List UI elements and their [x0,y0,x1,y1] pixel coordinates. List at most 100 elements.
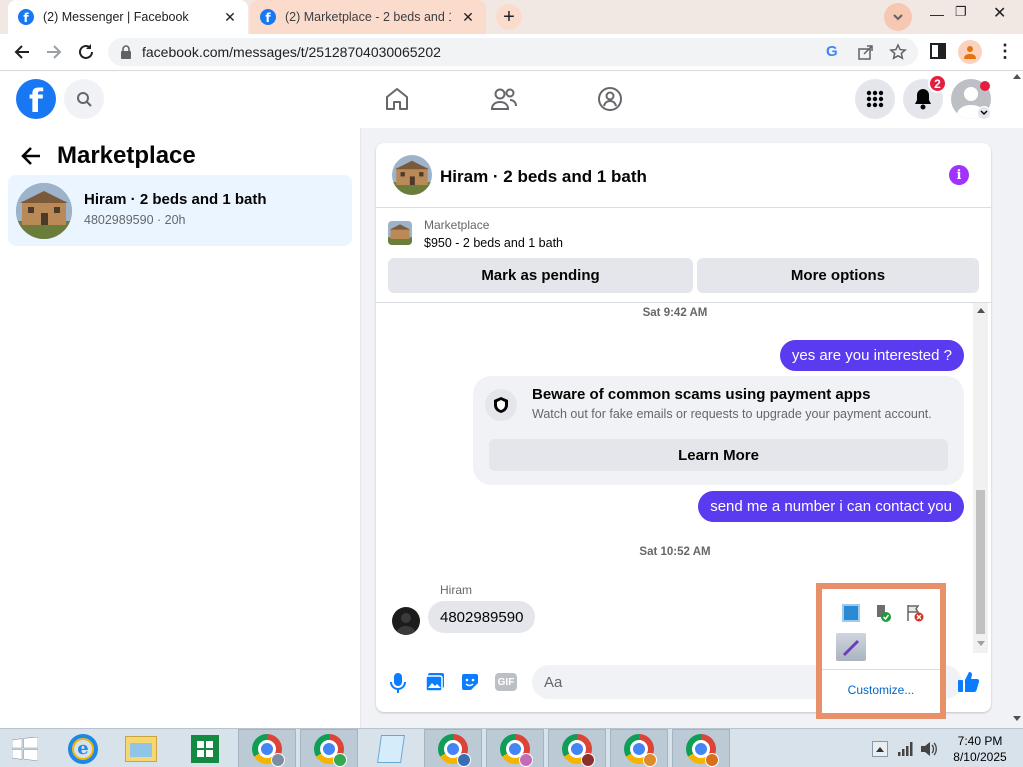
clock-time: 7:40 PM [957,734,1003,748]
menu-button[interactable]: ⋮ [996,41,1014,62]
taskbar-chrome-6[interactable] [610,729,668,767]
sender-avatar[interactable] [392,607,420,635]
window-close-button[interactable]: ✕ [993,3,1009,23]
taskbar-chrome-3[interactable] [424,729,482,767]
taskbar-internet-explorer[interactable]: e [54,729,112,767]
scrollbar[interactable] [973,303,988,653]
chrome-icon [438,733,471,767]
scroll-up-arrow[interactable] [977,308,985,313]
network-signal-icon[interactable] [898,741,914,756]
info-icon[interactable]: i [949,165,969,185]
taskbar-store[interactable] [176,729,234,767]
message-text: yes are you interested ? [779,340,964,371]
arrow-left-icon [14,45,29,59]
new-tab-button[interactable]: + [496,4,522,30]
chevron-down-icon [893,14,903,21]
chat-avatar[interactable] [392,155,432,195]
close-icon[interactable]: ✕ [222,9,238,26]
scroll-down-arrow[interactable] [977,641,985,646]
header-divider [376,207,991,208]
menu-grid-button[interactable] [855,79,895,119]
friends-icon [490,88,517,110]
taskbar-chrome-7[interactable] [672,729,730,767]
back-button[interactable] [20,145,42,172]
nav-friends[interactable] [490,86,518,117]
gif-icon[interactable]: GIF [495,673,517,691]
chat-title[interactable]: Hiram · 2 beds and 1 bath [440,167,647,187]
facebook-icon: f [260,9,276,25]
pen-tool-icon[interactable] [836,633,866,661]
taskbar-chrome-1[interactable] [238,729,296,767]
scam-warning-body: Watch out for fake emails or requests to… [532,407,932,421]
page-scroll-up-arrow[interactable] [1013,74,1021,79]
chrome-icon [252,733,285,767]
close-icon[interactable]: ✕ [460,9,476,26]
voice-clip-button[interactable] [390,672,406,699]
panel-title: Marketplace [57,142,196,169]
sticker-icon [462,674,478,690]
action-center-flag-icon[interactable] [906,604,924,622]
more-options-button[interactable]: More options [697,258,979,293]
network-app-icon[interactable] [842,604,860,622]
back-button[interactable] [12,42,32,67]
message-incoming[interactable]: 4802989590 [428,601,536,633]
profile-button[interactable] [958,40,982,64]
message-outgoing[interactable]: send me a number i can contact you [698,491,964,522]
tab-marketplace[interactable]: f (2) Marketplace - 2 beds and 1 ba ✕ [250,0,486,34]
forward-button[interactable] [44,42,64,67]
usb-safe-remove-icon[interactable] [874,604,892,622]
facebook-logo[interactable]: f [16,79,56,119]
address-bar[interactable]: facebook.com/messages/t/2512870403006520… [108,38,918,66]
reading-list-button[interactable] [930,43,946,64]
nav-groups[interactable] [597,86,623,117]
tray-overflow-panel: Customize... [822,589,940,713]
nav-home[interactable] [384,86,410,117]
search-button[interactable] [64,79,104,119]
taskbar-file-explorer[interactable] [112,729,170,767]
mark-pending-button[interactable]: Mark as pending [388,258,693,293]
account-chevron[interactable] [977,106,991,120]
system-clock[interactable]: 7:40 PM 8/10/2025 [944,733,1016,765]
start-button[interactable] [0,729,50,767]
conversation-name: Hiram · 2 beds and 1 bath [84,191,267,208]
tab-title: (2) Marketplace - 2 beds and 1 ba [285,10,451,24]
clock-date: 8/10/2025 [953,750,1007,764]
folder-icon [125,735,157,762]
customize-link[interactable]: Customize... [822,683,940,697]
store-icon [191,734,219,763]
like-button[interactable] [957,670,981,699]
search-icon [77,92,92,107]
listing-detail[interactable]: $950 - 2 beds and 1 bath [424,236,563,250]
timestamp: Sat 10:52 AM [639,546,711,558]
scrollbar-thumb[interactable] [976,490,985,634]
volume-icon[interactable] [920,741,938,757]
google-icon[interactable]: G [826,43,838,60]
restore-button[interactable]: ❐ [955,4,969,24]
arrow-left-icon [21,147,40,165]
timestamp: Sat 9:42 AM [642,307,708,319]
sticker-button[interactable] [460,672,480,697]
facebook-icon: f [18,9,34,25]
attach-media-button[interactable] [425,672,445,697]
taskbar-chrome-5[interactable] [548,729,606,767]
star-icon[interactable] [889,43,907,61]
learn-more-button[interactable]: Learn More [489,439,948,471]
conversation-item[interactable]: Hiram · 2 beds and 1 bath 4802989590 · 2… [8,175,352,246]
taskbar-chrome-4[interactable] [486,729,544,767]
show-hidden-icons-button[interactable] [872,741,888,757]
tab-search-button[interactable] [884,3,912,31]
tab-messenger[interactable]: f (2) Messenger | Facebook ✕ [8,0,248,34]
share-icon[interactable] [858,44,874,60]
reload-button[interactable] [76,42,96,67]
minimize-button[interactable]: — [930,6,944,26]
notepad-icon [377,734,405,763]
listing-label: Marketplace [424,218,490,232]
message-outgoing[interactable]: yes are you interested ? [779,340,964,371]
notification-badge: 2 [928,74,947,93]
left-panel: Marketplace Hiram · 2 beds and 1 bath 48… [0,128,361,728]
taskbar-chrome-2[interactable] [300,729,358,767]
page-scroll-down-arrow[interactable] [1013,716,1021,721]
thumbs-up-icon [958,672,980,692]
conversation-subtitle: 4802989590 · 20h [84,213,186,227]
taskbar-notepad[interactable] [362,729,420,767]
